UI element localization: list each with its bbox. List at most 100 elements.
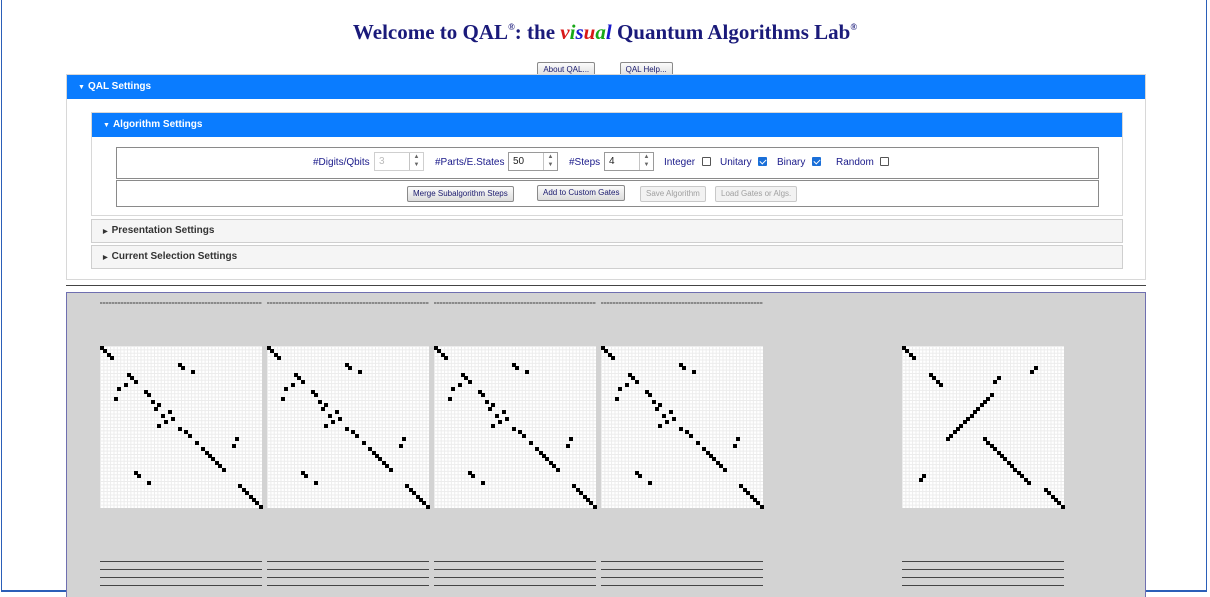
matrix-cell	[425, 504, 430, 509]
matrix-cell	[123, 383, 128, 388]
matrix-cell	[348, 366, 352, 371]
matrix-cell	[150, 400, 155, 404]
matrix-cell	[164, 420, 169, 425]
matrix-cell	[678, 427, 683, 431]
step-wire-line	[434, 302, 596, 304]
matrix-cell	[1026, 481, 1031, 485]
matrix-cell	[918, 477, 923, 482]
step-matrix-2[interactable]	[267, 346, 430, 509]
algorithm-parameters-row: #Digits/Qbits 3 ▲ ▼ #Parts/E.States 50 ▲ ▼ #…	[116, 147, 1099, 179]
qubit-wire-lines	[434, 561, 596, 591]
matrix-cell	[695, 440, 700, 445]
matrix-cell	[147, 393, 152, 398]
unitary-label: Unitary	[720, 157, 752, 168]
step-wire-line	[100, 302, 262, 304]
matrix-cell	[634, 379, 639, 384]
matrix-cell	[354, 433, 359, 438]
matrix-cell	[498, 420, 503, 425]
matrix-cell	[170, 416, 175, 421]
binary-checkbox[interactable]	[812, 157, 821, 166]
matrix-cell	[344, 427, 349, 431]
matrix-cell	[277, 356, 282, 361]
matrix-cell	[258, 504, 263, 509]
algorithm-canvas[interactable]	[66, 292, 1146, 597]
presentation-settings-header[interactable]: ▶ Presentation Settings	[91, 219, 1123, 243]
algorithm-settings-header[interactable]: ▼ Algorithm Settings	[92, 113, 1122, 137]
result-matrix[interactable]	[902, 346, 1065, 509]
title-visual-letter: a	[595, 20, 606, 44]
matrix-cell	[732, 443, 737, 448]
current-selection-settings-header[interactable]: ▶ Current Selection Settings	[91, 245, 1123, 269]
digits-spinner[interactable]: ▲ ▼	[409, 153, 423, 170]
qubit-wire	[434, 577, 596, 578]
qal-settings-header[interactable]: ▼ QAL Settings	[67, 75, 1145, 99]
title-mid: : the	[514, 20, 561, 44]
matrix-cell	[110, 356, 115, 361]
matrix-cell	[334, 410, 339, 415]
qubit-wire-lines	[601, 561, 763, 591]
matrix-cell	[692, 369, 697, 374]
qubit-wire-lines	[100, 561, 262, 591]
binary-label: Binary	[777, 157, 806, 168]
matrix-cell	[361, 440, 366, 445]
random-checkbox[interactable]	[880, 157, 889, 166]
unitary-checkbox[interactable]	[758, 157, 767, 166]
matrix-cell	[528, 440, 533, 445]
matrix-cell	[235, 437, 239, 442]
matrix-cell	[283, 386, 288, 391]
matrix-cell	[481, 481, 486, 485]
matrix-cell	[648, 481, 653, 485]
matrix-cell	[617, 386, 622, 391]
load-gates-button[interactable]: Load Gates or Algs.	[715, 186, 798, 202]
digits-value: 3	[379, 156, 385, 167]
matrix-cell	[194, 440, 199, 445]
matrix-cell	[592, 504, 597, 509]
step-matrix-4[interactable]	[601, 346, 764, 509]
step-matrix-1[interactable]	[100, 346, 263, 509]
step-wire-line	[267, 302, 429, 304]
matrix-cell	[181, 366, 185, 371]
algorithm-actions-row: Merge Subalgorithm Steps Add to Custom G…	[116, 180, 1099, 207]
title-prefix: Welcome to QAL	[352, 20, 509, 44]
parts-value: 50	[513, 156, 525, 167]
qubit-wire	[902, 569, 1064, 570]
parts-spinner[interactable]: ▲ ▼	[543, 153, 557, 170]
integer-checkbox[interactable]	[702, 157, 711, 166]
matrix-cell	[160, 413, 165, 418]
matrix-cell	[668, 410, 673, 415]
algorithm-settings-label: Algorithm Settings	[112, 119, 203, 130]
caret-right-icon: ▶	[103, 255, 108, 261]
current-selection-settings-label: Current Selection Settings	[111, 251, 238, 262]
registered-mark: ®	[508, 22, 515, 32]
steps-input[interactable]: 4 ▲ ▼	[604, 152, 654, 171]
matrix-cell	[515, 366, 519, 371]
matrix-cell	[565, 443, 570, 448]
save-algorithm-button[interactable]: Save Algorithm	[640, 186, 706, 202]
matrix-cell	[658, 423, 663, 428]
steps-spinner[interactable]: ▲ ▼	[639, 153, 653, 170]
presentation-settings-label: Presentation Settings	[111, 225, 215, 236]
title-visual-letter: u	[583, 20, 596, 44]
matrix-cell	[488, 406, 492, 411]
matrix-cell	[358, 369, 363, 374]
merge-subalgorithm-steps-button[interactable]: Merge Subalgorithm Steps	[407, 186, 514, 202]
algorithm-settings-panel: ▼ Algorithm Settings #Digits/Qbits 3 ▲ ▼ #P…	[91, 112, 1123, 216]
add-to-custom-gates-button[interactable]: Add to Custom Gates	[537, 185, 626, 201]
matrix-cell	[651, 400, 656, 404]
matrix-cell	[317, 400, 322, 404]
matrix-cell	[661, 413, 666, 418]
matrix-cell	[494, 413, 499, 418]
matrix-cell	[450, 386, 455, 391]
matrix-cell	[555, 467, 560, 472]
parts-input[interactable]: 50 ▲ ▼	[508, 152, 558, 171]
qubit-wire	[267, 585, 429, 586]
matrix-cell	[331, 420, 336, 425]
matrix-cell	[300, 379, 305, 384]
matrix-cell	[147, 481, 152, 485]
digits-input[interactable]: 3 ▲ ▼	[374, 152, 424, 171]
matrix-cell	[314, 481, 319, 485]
digits-label: #Digits/Qbits	[313, 157, 370, 168]
qubit-wire	[100, 585, 262, 586]
step-matrix-3[interactable]	[434, 346, 597, 509]
matrix-cell	[759, 504, 764, 509]
